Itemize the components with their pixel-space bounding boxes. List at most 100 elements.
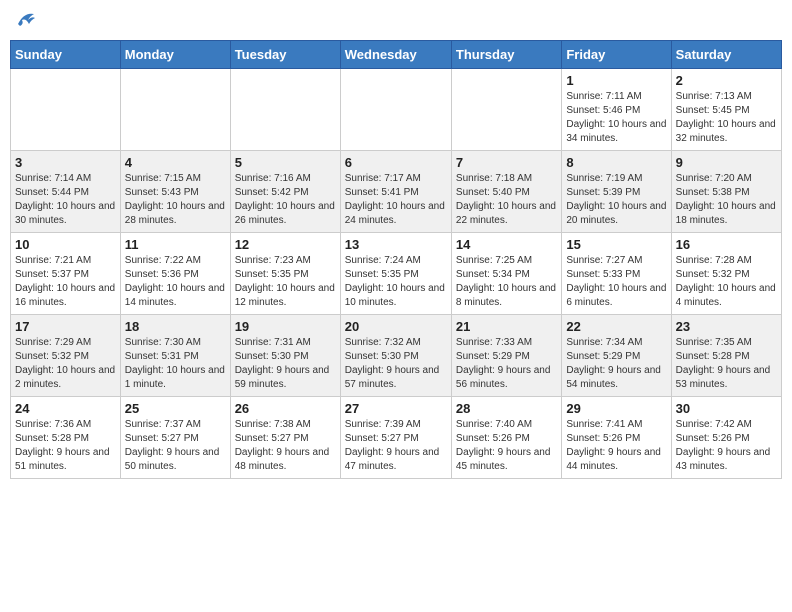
calendar-cell: 11 Sunrise: 7:22 AM Sunset: 5:36 PM Dayli… bbox=[120, 233, 230, 315]
weekday-header-friday: Friday bbox=[562, 41, 671, 69]
day-info: Sunrise: 7:11 AM Sunset: 5:46 PM Dayligh… bbox=[566, 90, 666, 146]
day-info: Sunrise: 7:35 AM Sunset: 5:28 PM Dayligh… bbox=[676, 336, 777, 392]
day-info: Sunrise: 7:41 AM Sunset: 5:26 PM Dayligh… bbox=[566, 418, 666, 474]
day-info: Sunrise: 7:14 AM Sunset: 5:44 PM Dayligh… bbox=[15, 172, 116, 228]
day-number: 5 bbox=[235, 155, 336, 170]
day-number: 4 bbox=[125, 155, 226, 170]
day-info: Sunrise: 7:40 AM Sunset: 5:26 PM Dayligh… bbox=[456, 418, 557, 474]
calendar-cell: 7Sunrise: 7:18 AM Sunset: 5:40 PM Daylig… bbox=[451, 151, 561, 233]
calendar-cell: 29 Sunrise: 7:41 AM Sunset: 5:26 PM Dayli… bbox=[562, 397, 671, 479]
calendar-cell: 28 Sunrise: 7:40 AM Sunset: 5:26 PM Dayli… bbox=[451, 397, 561, 479]
calendar-cell bbox=[230, 69, 340, 151]
day-info: Sunrise: 7:23 AM Sunset: 5:35 PM Dayligh… bbox=[235, 254, 336, 310]
calendar-cell bbox=[340, 69, 451, 151]
calendar-cell: 13 Sunrise: 7:24 AM Sunset: 5:35 PM Dayli… bbox=[340, 233, 451, 315]
day-number: 16 bbox=[676, 237, 777, 252]
calendar-cell: 15 Sunrise: 7:27 AM Sunset: 5:33 PM Dayli… bbox=[562, 233, 671, 315]
calendar-cell: 20Sunrise: 7:32 AM Sunset: 5:30 PM Dayli… bbox=[340, 315, 451, 397]
day-info: Sunrise: 7:36 AM Sunset: 5:28 PM Dayligh… bbox=[15, 418, 116, 474]
logo-bird-icon bbox=[16, 10, 36, 28]
day-number: 28 bbox=[456, 401, 557, 416]
calendar-cell: 17 Sunrise: 7:29 AM Sunset: 5:32 PM Dayli… bbox=[11, 315, 121, 397]
day-number: 24 bbox=[15, 401, 116, 416]
calendar-cell: 18Sunrise: 7:30 AM Sunset: 5:31 PM Dayli… bbox=[120, 315, 230, 397]
day-info: Sunrise: 7:24 AM Sunset: 5:35 PM Dayligh… bbox=[345, 254, 447, 310]
day-number: 14 bbox=[456, 237, 557, 252]
calendar-cell: 5 Sunrise: 7:16 AM Sunset: 5:42 PM Daylig… bbox=[230, 151, 340, 233]
day-number: 6 bbox=[345, 155, 447, 170]
weekday-header-monday: Monday bbox=[120, 41, 230, 69]
day-number: 8 bbox=[566, 155, 666, 170]
day-info: Sunrise: 7:17 AM Sunset: 5:41 PM Dayligh… bbox=[345, 172, 447, 228]
day-info: Sunrise: 7:25 AM Sunset: 5:34 PM Dayligh… bbox=[456, 254, 557, 310]
calendar-cell: 21 Sunrise: 7:33 AM Sunset: 5:29 PM Dayli… bbox=[451, 315, 561, 397]
calendar-cell: 14 Sunrise: 7:25 AM Sunset: 5:34 PM Dayli… bbox=[451, 233, 561, 315]
day-info: Sunrise: 7:19 AM Sunset: 5:39 PM Dayligh… bbox=[566, 172, 666, 228]
day-info: Sunrise: 7:29 AM Sunset: 5:32 PM Dayligh… bbox=[15, 336, 116, 392]
weekday-header-thursday: Thursday bbox=[451, 41, 561, 69]
day-number: 2 bbox=[676, 73, 777, 88]
calendar-cell bbox=[120, 69, 230, 151]
day-info: Sunrise: 7:22 AM Sunset: 5:36 PM Dayligh… bbox=[125, 254, 226, 310]
calendar-cell: 12 Sunrise: 7:23 AM Sunset: 5:35 PM Dayli… bbox=[230, 233, 340, 315]
day-number: 21 bbox=[456, 319, 557, 334]
day-info: Sunrise: 7:30 AM Sunset: 5:31 PM Dayligh… bbox=[125, 336, 226, 392]
calendar-cell: 25 Sunrise: 7:37 AM Sunset: 5:27 PM Dayli… bbox=[120, 397, 230, 479]
page-header bbox=[10, 10, 782, 32]
calendar-cell: 10Sunrise: 7:21 AM Sunset: 5:37 PM Dayli… bbox=[11, 233, 121, 315]
day-number: 1 bbox=[566, 73, 666, 88]
calendar-cell: 27 Sunrise: 7:39 AM Sunset: 5:27 PM Dayli… bbox=[340, 397, 451, 479]
day-number: 22 bbox=[566, 319, 666, 334]
logo bbox=[14, 10, 36, 32]
calendar-week-3: 10Sunrise: 7:21 AM Sunset: 5:37 PM Dayli… bbox=[11, 233, 782, 315]
weekday-header-saturday: Saturday bbox=[671, 41, 781, 69]
weekday-header-wednesday: Wednesday bbox=[340, 41, 451, 69]
calendar-week-4: 17 Sunrise: 7:29 AM Sunset: 5:32 PM Dayli… bbox=[11, 315, 782, 397]
day-info: Sunrise: 7:34 AM Sunset: 5:29 PM Dayligh… bbox=[566, 336, 666, 392]
weekday-header-row: SundayMondayTuesdayWednesdayThursdayFrid… bbox=[11, 41, 782, 69]
day-number: 29 bbox=[566, 401, 666, 416]
calendar-cell: 6 Sunrise: 7:17 AM Sunset: 5:41 PM Daylig… bbox=[340, 151, 451, 233]
day-info: Sunrise: 7:31 AM Sunset: 5:30 PM Dayligh… bbox=[235, 336, 336, 392]
day-info: Sunrise: 7:39 AM Sunset: 5:27 PM Dayligh… bbox=[345, 418, 447, 474]
day-number: 3 bbox=[15, 155, 116, 170]
day-info: Sunrise: 7:16 AM Sunset: 5:42 PM Dayligh… bbox=[235, 172, 336, 228]
calendar-week-1: 1 Sunrise: 7:11 AM Sunset: 5:46 PM Daylig… bbox=[11, 69, 782, 151]
calendar-cell: 4 Sunrise: 7:15 AM Sunset: 5:43 PM Daylig… bbox=[120, 151, 230, 233]
day-number: 26 bbox=[235, 401, 336, 416]
day-info: Sunrise: 7:33 AM Sunset: 5:29 PM Dayligh… bbox=[456, 336, 557, 392]
day-number: 9 bbox=[676, 155, 777, 170]
day-info: Sunrise: 7:15 AM Sunset: 5:43 PM Dayligh… bbox=[125, 172, 226, 228]
calendar-week-5: 24 Sunrise: 7:36 AM Sunset: 5:28 PM Dayli… bbox=[11, 397, 782, 479]
calendar-cell: 19 Sunrise: 7:31 AM Sunset: 5:30 PM Dayli… bbox=[230, 315, 340, 397]
calendar-cell: 8 Sunrise: 7:19 AM Sunset: 5:39 PM Daylig… bbox=[562, 151, 671, 233]
calendar-cell: 16 Sunrise: 7:28 AM Sunset: 5:32 PM Dayli… bbox=[671, 233, 781, 315]
day-info: Sunrise: 7:20 AM Sunset: 5:38 PM Dayligh… bbox=[676, 172, 777, 228]
calendar-cell: 1 Sunrise: 7:11 AM Sunset: 5:46 PM Daylig… bbox=[562, 69, 671, 151]
day-info: Sunrise: 7:42 AM Sunset: 5:26 PM Dayligh… bbox=[676, 418, 777, 474]
weekday-header-sunday: Sunday bbox=[11, 41, 121, 69]
calendar-cell bbox=[451, 69, 561, 151]
calendar-cell: 9 Sunrise: 7:20 AM Sunset: 5:38 PM Daylig… bbox=[671, 151, 781, 233]
day-number: 15 bbox=[566, 237, 666, 252]
day-info: Sunrise: 7:38 AM Sunset: 5:27 PM Dayligh… bbox=[235, 418, 336, 474]
day-number: 19 bbox=[235, 319, 336, 334]
day-info: Sunrise: 7:28 AM Sunset: 5:32 PM Dayligh… bbox=[676, 254, 777, 310]
day-info: Sunrise: 7:27 AM Sunset: 5:33 PM Dayligh… bbox=[566, 254, 666, 310]
day-number: 17 bbox=[15, 319, 116, 334]
day-number: 27 bbox=[345, 401, 447, 416]
day-number: 23 bbox=[676, 319, 777, 334]
day-number: 20 bbox=[345, 319, 447, 334]
calendar-week-2: 3 Sunrise: 7:14 AM Sunset: 5:44 PM Daylig… bbox=[11, 151, 782, 233]
day-info: Sunrise: 7:37 AM Sunset: 5:27 PM Dayligh… bbox=[125, 418, 226, 474]
calendar-cell bbox=[11, 69, 121, 151]
day-number: 12 bbox=[235, 237, 336, 252]
day-info: Sunrise: 7:13 AM Sunset: 5:45 PM Dayligh… bbox=[676, 90, 777, 146]
day-number: 10 bbox=[15, 237, 116, 252]
calendar-cell: 24 Sunrise: 7:36 AM Sunset: 5:28 PM Dayli… bbox=[11, 397, 121, 479]
day-number: 11 bbox=[125, 237, 226, 252]
calendar-cell: 23 Sunrise: 7:35 AM Sunset: 5:28 PM Dayli… bbox=[671, 315, 781, 397]
day-number: 25 bbox=[125, 401, 226, 416]
calendar-cell: 2 Sunrise: 7:13 AM Sunset: 5:45 PM Daylig… bbox=[671, 69, 781, 151]
day-number: 13 bbox=[345, 237, 447, 252]
